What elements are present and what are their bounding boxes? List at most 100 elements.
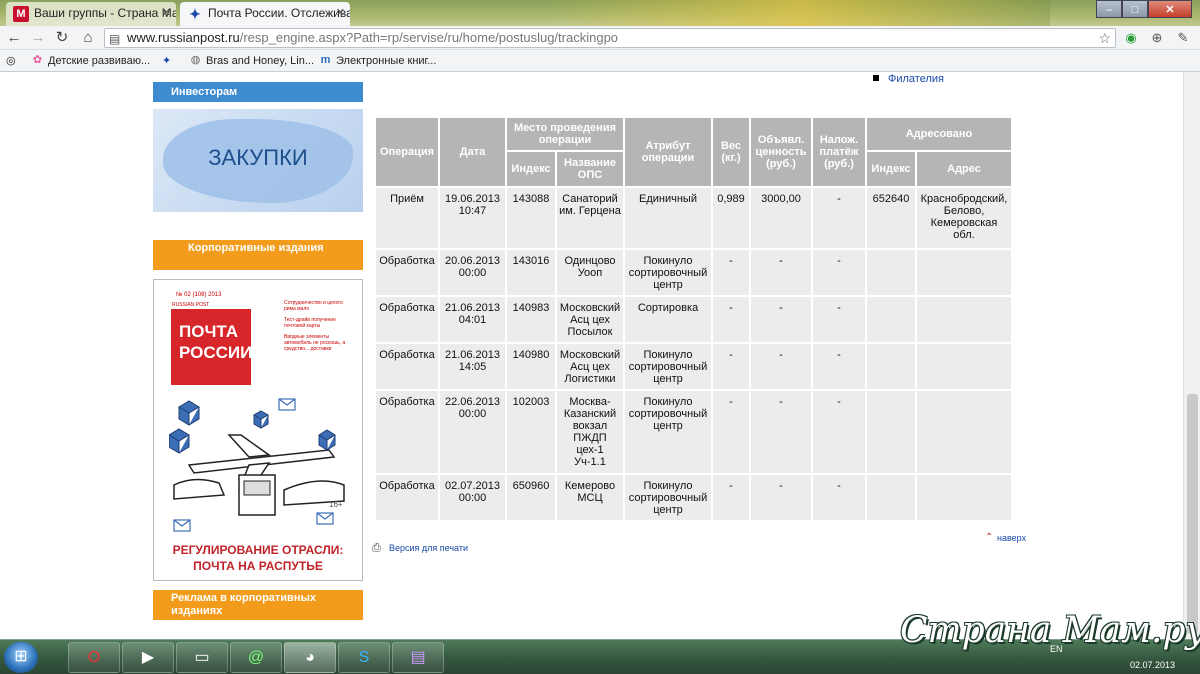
time-value: 00:00: [458, 408, 487, 420]
bookmark-label: Детские развиваю...: [48, 55, 151, 67]
cell-operation: Обработка: [376, 297, 438, 342]
double-up-arrow-icon: ⌃: [985, 532, 994, 543]
forward-arrow-icon[interactable]: →: [28, 28, 48, 48]
menu-item-filatelia[interactable]: Филателия: [873, 73, 944, 85]
cell-index: 102003: [507, 391, 555, 473]
cell-index: 143016: [507, 250, 555, 295]
cell-declared-value: -: [751, 344, 811, 389]
cell-cod: -: [813, 188, 865, 248]
browser-toolbar: ← → ↻ ⌂ ▤ www.russianpost.ru/resp_engine…: [0, 26, 1200, 50]
cell-operation: Обработка: [376, 475, 438, 520]
back-arrow-icon[interactable]: ←: [4, 28, 24, 48]
headline-line: ПОЧТА НА РАСПУТЬЕ: [193, 559, 323, 573]
tab-vashi-gruppy[interactable]: M Ваши группы - Страна Ма ✕: [6, 2, 176, 26]
russian-post-bookmark-icon[interactable]: ✦: [162, 53, 171, 69]
chrome-taskbar-icon[interactable]: ◕: [284, 642, 336, 673]
cell-declared-value: 3000,00: [751, 188, 811, 248]
url-path: /resp_engine.aspx?Path=rp/servise/ru/hom…: [239, 30, 619, 45]
cell-address: Краснобродский, Белово, Кемеровская обл.: [917, 188, 1011, 248]
winrar-taskbar-icon[interactable]: ▤: [392, 642, 444, 673]
page-icon: ▤: [109, 32, 121, 46]
cell-addr-index: [867, 250, 915, 295]
media-player-taskbar-icon[interactable]: ▶: [122, 642, 174, 673]
eagle-icon: ✦: [162, 55, 172, 67]
window-controls: – □ ✕: [1096, 0, 1192, 18]
bookmark-item[interactable]: ✿ Детские развиваю...: [30, 53, 150, 69]
table-row: Обработка 20.06.2013 00:00 143016 Одинцов…: [376, 250, 1011, 295]
cell-cod: -: [813, 475, 865, 520]
time-value: 00:00: [458, 492, 487, 504]
close-icon[interactable]: ✕: [162, 2, 171, 24]
opera-taskbar-icon[interactable]: O: [68, 642, 120, 673]
back-to-top-link[interactable]: ⌃ наверх: [985, 532, 1027, 543]
cell-index: 140983: [507, 297, 555, 342]
cell-cod: -: [813, 344, 865, 389]
cell-cod: -: [813, 250, 865, 295]
strana-mam-watermark: Страна Мам.ру: [900, 610, 1200, 651]
sidebar-investors-link[interactable]: Инвесторам: [153, 82, 363, 102]
cell-attribute: Сортировка: [625, 297, 711, 342]
skype-taskbar-icon[interactable]: S: [338, 642, 390, 673]
close-icon[interactable]: ✕: [336, 2, 345, 24]
cell-operation: Обработка: [376, 391, 438, 473]
pochta-rossii-logo: ПОЧТА РОССИИ: [171, 309, 252, 385]
date-value: 20.06.2013: [444, 255, 501, 267]
sidebar-ads-link[interactable]: Реклама в корпоративных изданиях: [153, 590, 363, 620]
print-version-link[interactable]: ⎙ Версия для печати: [372, 542, 468, 554]
magazine-issue: № 02 (108) 2013: [176, 292, 222, 298]
bookmark-item[interactable]: ◍ Bras and Honey, Lin...: [188, 53, 314, 69]
cell-weight: -: [713, 475, 749, 520]
bookmark-star-icon[interactable]: ☆: [1098, 29, 1111, 47]
cell-date: 02.07.2013 00:00: [440, 475, 505, 520]
apps-icon[interactable]: ◎: [6, 53, 16, 69]
strana-mam-favicon-icon: M: [13, 6, 29, 22]
cell-address: [917, 391, 1011, 473]
address-bar[interactable]: ▤ www.russianpost.ru/resp_engine.aspx?Pa…: [104, 28, 1116, 48]
header-addr-index: Индекс: [867, 152, 915, 186]
cell-ops-name: Одинцово Уооп: [557, 250, 623, 295]
magazine-cover[interactable]: № 02 (108) 2013 RUSSIAN POST ПОЧТА РОССИ…: [153, 279, 363, 581]
sidebar-corporate-link[interactable]: Корпоративные издания: [153, 240, 363, 270]
header-addressed: Адресовано: [867, 118, 1011, 150]
top-link-label: наверх: [997, 533, 1027, 543]
magazine-headline: РЕГУЛИРОВАНИЕ ОТРАСЛИ: ПОЧТА НА РАСПУТЬЕ: [154, 542, 362, 574]
taskbar-clock-date[interactable]: 02.07.2013: [1130, 660, 1175, 670]
extension-icon[interactable]: ◉: [1122, 29, 1140, 47]
table-row: Обработка 22.06.2013 00:00 102003 Москва-…: [376, 391, 1011, 473]
headline-line: РЕГУЛИРОВАНИЕ ОТРАСЛИ:: [172, 543, 344, 557]
page-scrollbar[interactable]: [1183, 72, 1200, 639]
mail-agent-taskbar-icon[interactable]: @: [230, 642, 282, 673]
cell-attribute: Единичный: [625, 188, 711, 248]
header-date: Дата: [440, 118, 505, 186]
tab-title: Ваши группы - Страна Ма: [34, 6, 176, 20]
header-declared-value: Объявл. ценность (руб.): [751, 118, 811, 186]
cell-cod: -: [813, 297, 865, 342]
file-explorer-taskbar-icon[interactable]: ▭: [176, 642, 228, 673]
cell-index: 143088: [507, 188, 555, 248]
close-window-button[interactable]: ✕: [1148, 0, 1192, 18]
cell-date: 21.06.2013 14:05: [440, 344, 505, 389]
bookmark-item[interactable]: m Электронные книг...: [318, 53, 437, 69]
table-row: Приём 19.06.2013 10:47 143088 Санаторий и…: [376, 188, 1011, 248]
cell-weight: -: [713, 391, 749, 473]
scrollbar-thumb[interactable]: [1187, 394, 1198, 634]
printer-icon: ⎙: [372, 542, 381, 554]
minimize-button[interactable]: –: [1096, 0, 1122, 18]
cell-operation: Обработка: [376, 344, 438, 389]
start-button[interactable]: [4, 642, 38, 673]
cell-weight: -: [713, 250, 749, 295]
maximize-button[interactable]: □: [1122, 0, 1148, 18]
header-address: Адрес: [917, 152, 1011, 186]
reload-icon[interactable]: ↻: [52, 28, 72, 48]
home-icon[interactable]: ⌂: [78, 28, 98, 48]
search-extension-icon[interactable]: ⊕: [1148, 29, 1166, 47]
zakupki-banner[interactable]: ЗАКУПКИ: [153, 109, 363, 212]
cell-attribute: Покинуло сортировочный центр: [625, 344, 711, 389]
table-header-row: Операция Дата Место проведения операции …: [376, 118, 1011, 186]
cell-address: [917, 475, 1011, 520]
cell-date: 19.06.2013 10:47: [440, 188, 505, 248]
cell-addr-index: [867, 344, 915, 389]
cell-addr-index: 652640: [867, 188, 915, 248]
wrench-menu-icon[interactable]: ✎: [1174, 29, 1192, 47]
tab-pochta-rossii[interactable]: ✦ Почта России. Отслежива ✕: [180, 2, 350, 26]
